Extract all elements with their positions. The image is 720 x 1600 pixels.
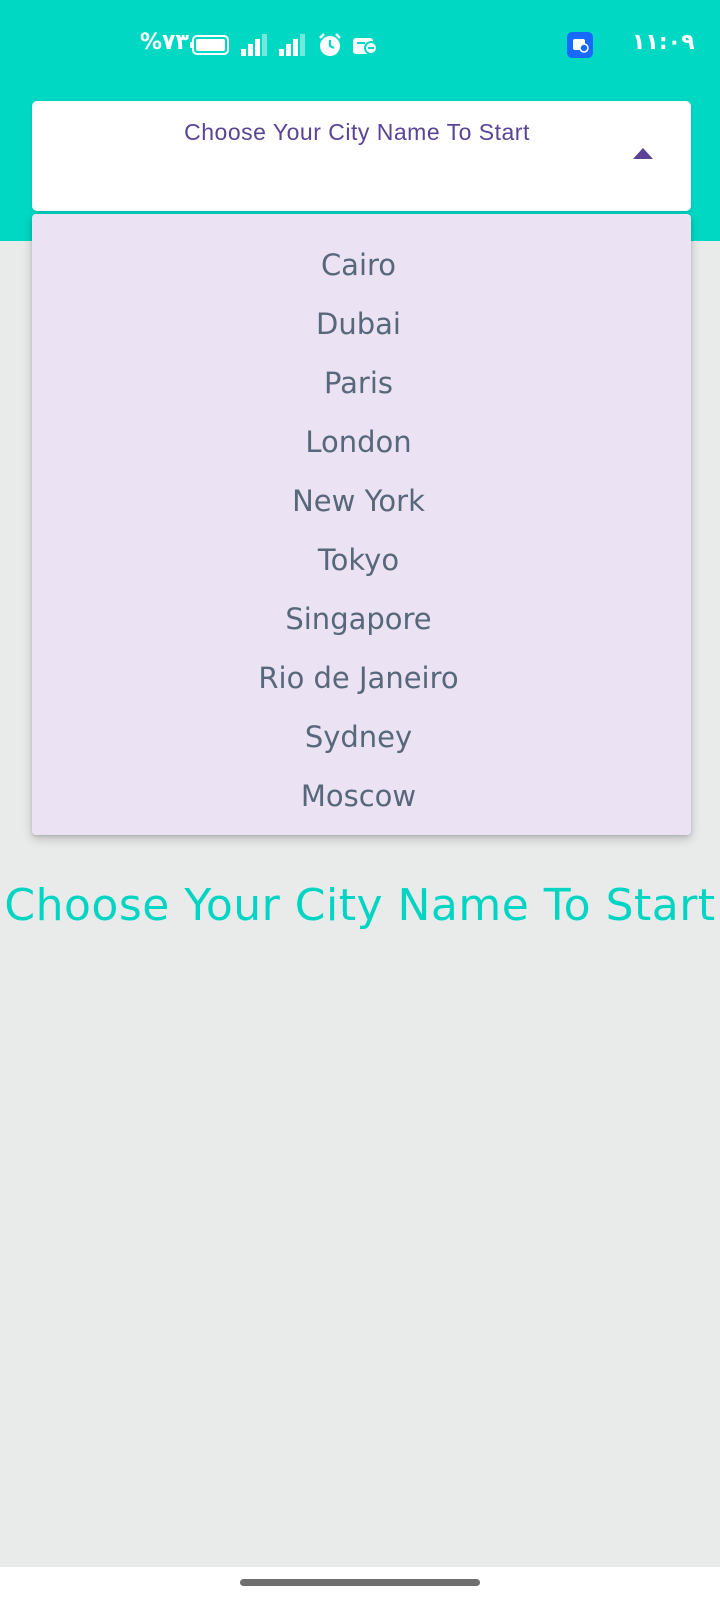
city-options-list: Cairo Dubai Paris London New York Tokyo …: [32, 214, 691, 826]
caret-up-icon[interactable]: [633, 148, 653, 159]
city-option-new-york[interactable]: New York: [32, 472, 691, 531]
city-dropdown[interactable]: Choose Your City Name To Start: [32, 101, 691, 211]
status-bar: %٧٣ ١١:٠٩: [0, 0, 720, 90]
page-title: Choose Your City Name To Start: [4, 880, 716, 931]
notification-icon: [353, 38, 378, 55]
home-indicator[interactable]: [240, 1579, 480, 1586]
dropdown-hint: Choose Your City Name To Start: [184, 119, 530, 145]
city-option-singapore[interactable]: Singapore: [32, 590, 691, 649]
city-option-cairo[interactable]: Cairo: [32, 236, 691, 295]
city-option-london[interactable]: London: [32, 413, 691, 472]
city-option-sydney[interactable]: Sydney: [32, 708, 691, 767]
city-option-paris[interactable]: Paris: [32, 354, 691, 413]
navigation-bar: [0, 1567, 720, 1600]
alarm-icon: [319, 33, 341, 56]
signal-icon: [241, 34, 267, 56]
city-option-tokyo[interactable]: Tokyo: [32, 531, 691, 590]
battery-icon: [190, 35, 229, 55]
city-option-moscow[interactable]: Moscow: [32, 767, 691, 826]
app-badge-icon: [567, 32, 593, 58]
city-option-dubai[interactable]: Dubai: [32, 295, 691, 354]
signal-icon: [279, 34, 305, 56]
battery-percent: %٧٣: [140, 30, 189, 55]
city-option-rio-de-janeiro[interactable]: Rio de Janeiro: [32, 649, 691, 708]
dropdown-menu: Cairo Dubai Paris London New York Tokyo …: [32, 214, 691, 835]
app-screen: %٧٣ ١١:٠٩ Choose Your City Name To Start…: [0, 0, 720, 1600]
status-time: ١١:٠٩: [632, 30, 695, 55]
